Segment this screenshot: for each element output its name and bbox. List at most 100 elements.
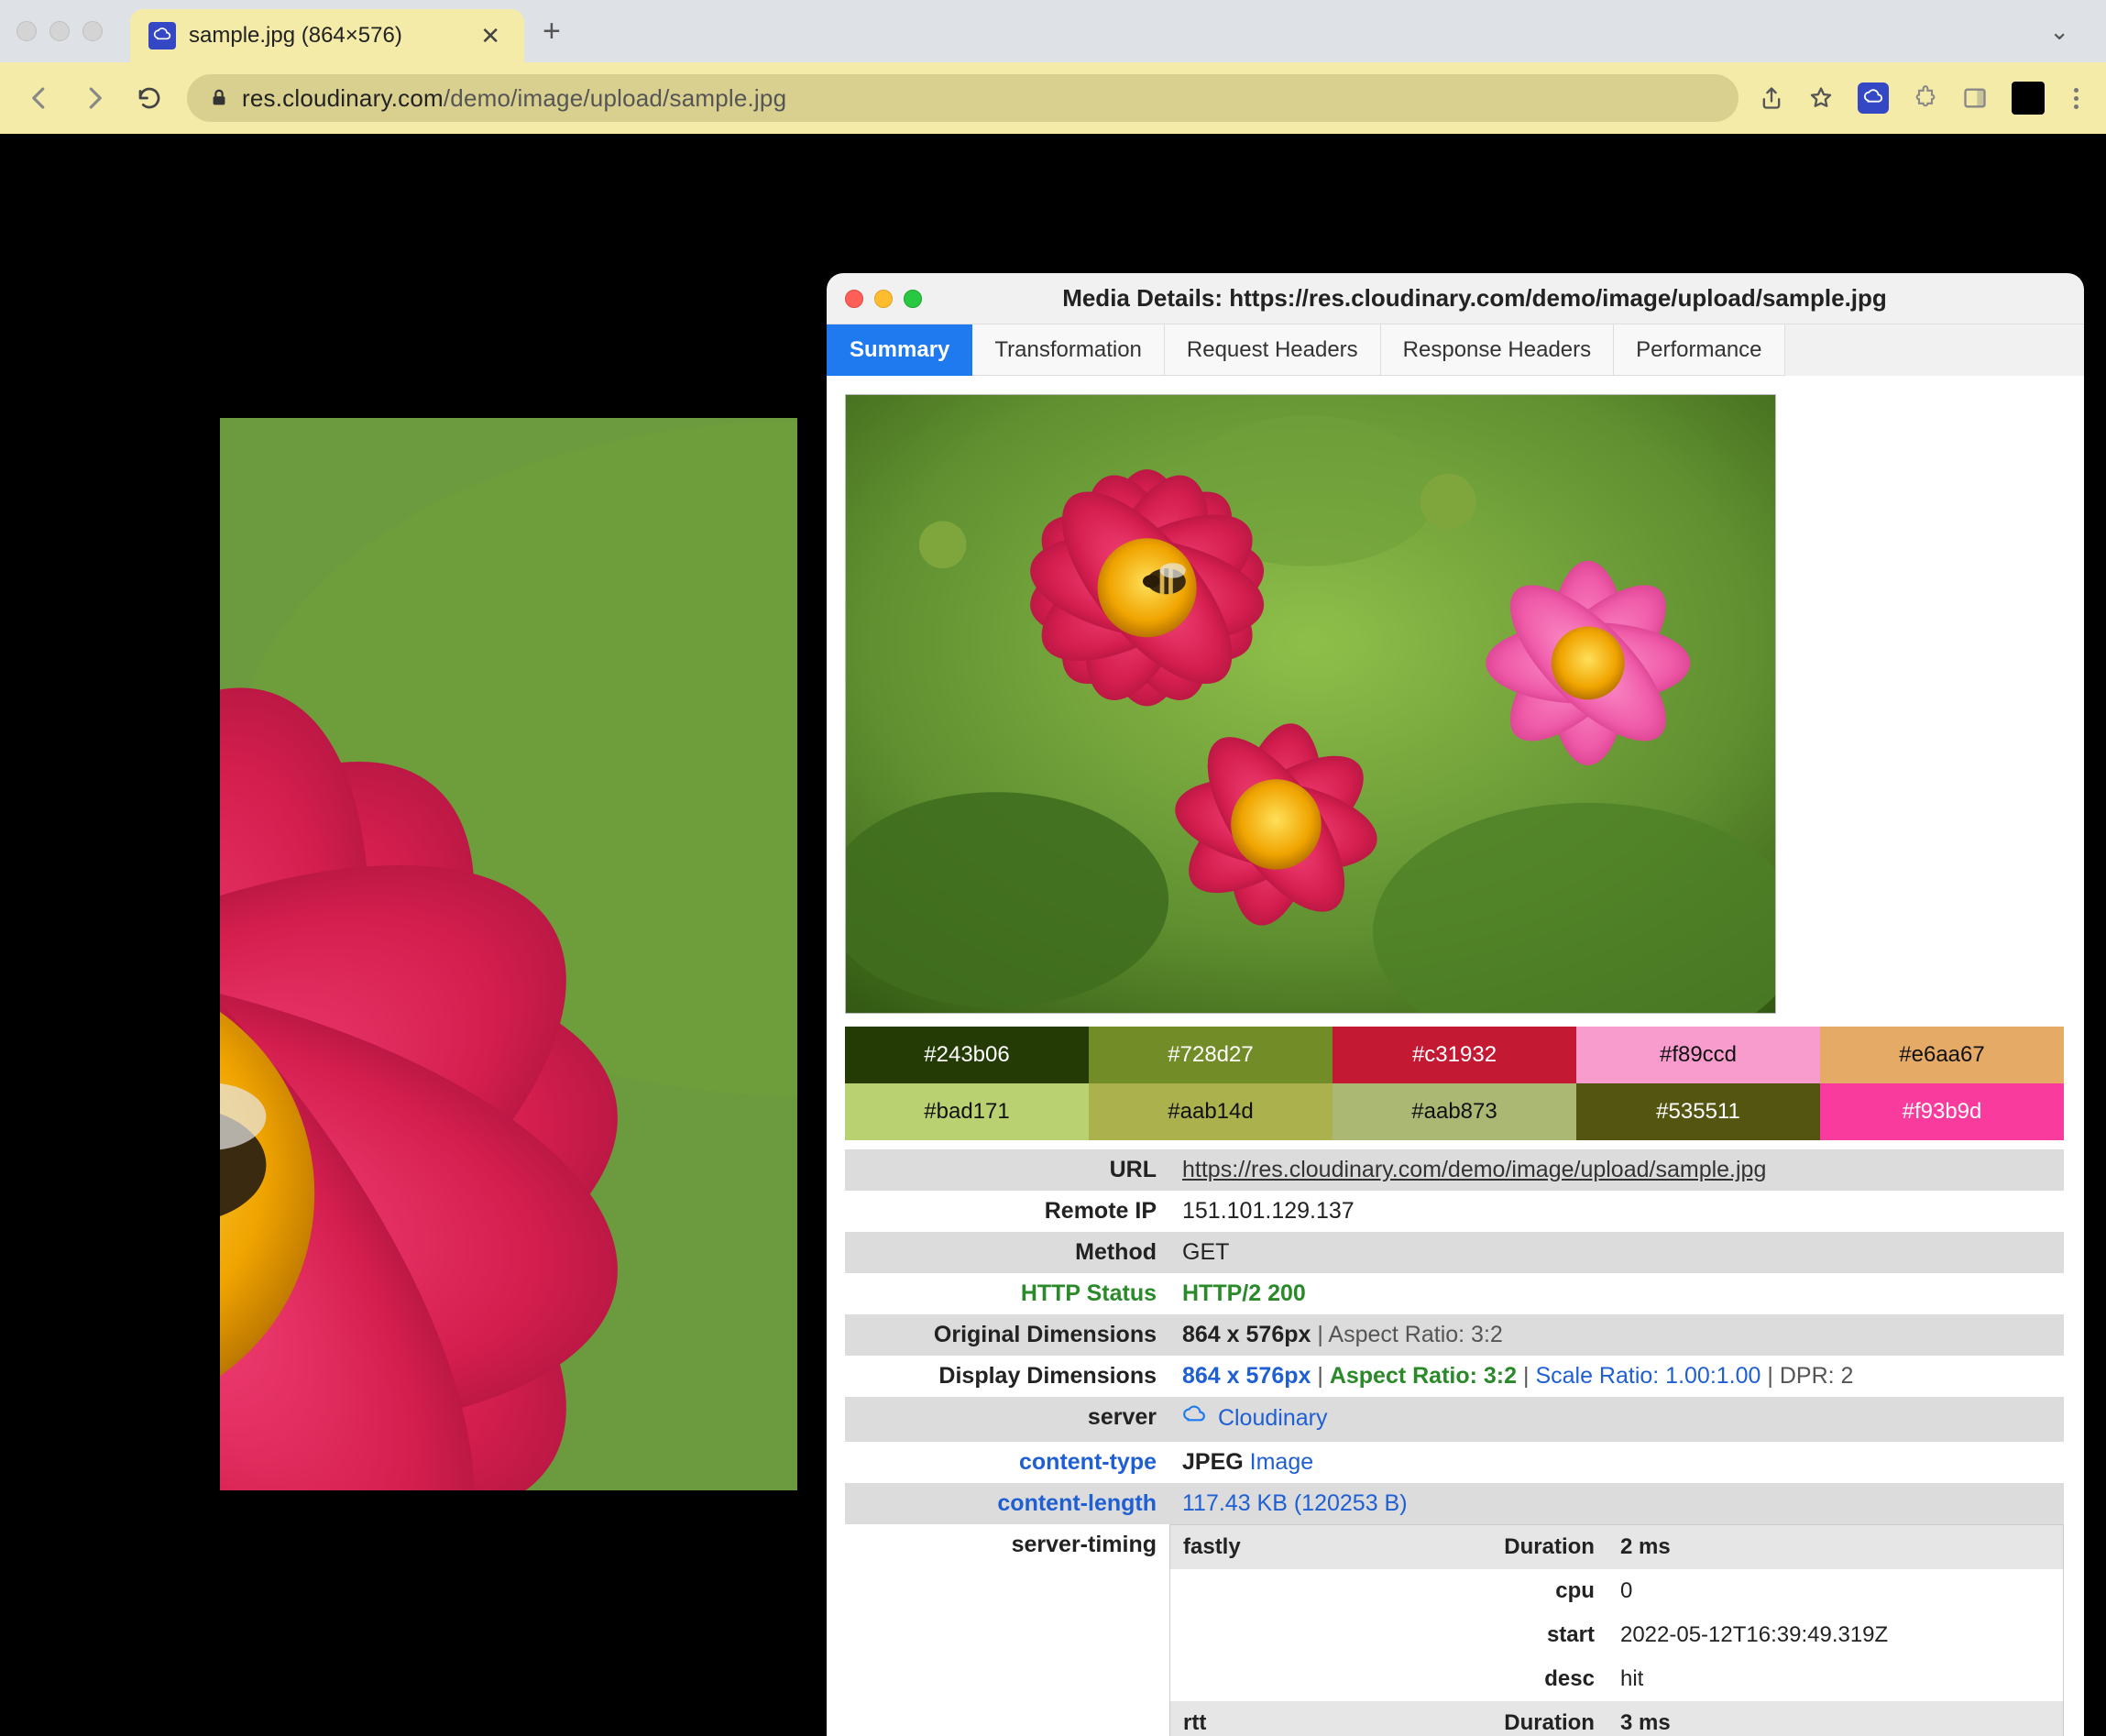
timing-desc-label: desc [1300, 1657, 1607, 1701]
row-server: server Cloudinary [845, 1397, 2064, 1442]
timing-cpu-label: cpu [1300, 1569, 1607, 1613]
share-icon[interactable] [1759, 85, 1784, 111]
disp-dpr: DPR: 2 [1780, 1363, 1854, 1389]
palette-swatch-8: #535511 [1576, 1083, 1820, 1140]
panel-max-dot[interactable] [904, 290, 922, 308]
timing-row-start: start 2022-05-12T16:39:49.319Z [1170, 1613, 2064, 1657]
row-server-timing: server-timing fastly Duration 2 ms cpu [845, 1524, 2064, 1736]
window-max-dot[interactable] [82, 21, 103, 41]
cloudinary-icon [1182, 1404, 1206, 1434]
disp-ar: Aspect Ratio: 3:2 [1330, 1363, 1517, 1389]
forward-button[interactable] [77, 84, 112, 112]
tab-response-headers[interactable]: Response Headers [1381, 324, 1614, 376]
server-label: server [845, 1397, 1169, 1442]
timing-rtt-label: rtt [1170, 1701, 1300, 1736]
clen-label: content-length [997, 1490, 1157, 1516]
row-remote-ip: Remote IP 151.101.129.137 [845, 1191, 2064, 1232]
ctype-image: Image [1244, 1449, 1313, 1475]
timing-head-fastly: fastly Duration 2 ms [1170, 1525, 2064, 1570]
tab-transformation[interactable]: Transformation [972, 324, 1165, 376]
orig-dim-ar: | Aspect Ratio: 3:2 [1311, 1322, 1502, 1347]
timing-row-desc: desc hit [1170, 1657, 2064, 1701]
address-bar-actions [1759, 82, 2084, 115]
palette-swatch-3: #f89ccd [1576, 1027, 1820, 1083]
clen-value: 117.43 KB (120253 B) [1182, 1490, 1408, 1516]
row-display-dimensions: Display Dimensions 864 x 576px | Aspect … [845, 1356, 2064, 1397]
side-panel-icon[interactable] [1962, 85, 1988, 111]
ctype-jpeg: JPEG [1182, 1449, 1244, 1475]
cloudinary-favicon [148, 22, 176, 49]
row-method: Method GET [845, 1232, 2064, 1273]
row-content-type: content-type JPEG Image [845, 1442, 2064, 1483]
tab-summary[interactable]: Summary [827, 324, 972, 376]
tab-request-headers[interactable]: Request Headers [1165, 324, 1381, 376]
panel-title: Media Details: https://res.cloudinary.co… [938, 284, 2066, 313]
palette-swatch-4: #e6aa67 [1820, 1027, 2064, 1083]
remote-ip-label: Remote IP [845, 1191, 1169, 1232]
disp-dim-label: Display Dimensions [845, 1356, 1169, 1397]
http-status-value: HTTP/2 200 [1182, 1280, 1306, 1306]
browser-tab[interactable]: sample.jpg (864×576) ✕ [130, 9, 524, 62]
panel-min-dot[interactable] [874, 290, 893, 308]
palette-swatch-5: #bad171 [845, 1083, 1089, 1140]
tab-performance[interactable]: Performance [1614, 324, 1784, 376]
palette-swatch-6: #aab14d [1089, 1083, 1333, 1140]
panel-tabs: Summary Transformation Request Headers R… [827, 324, 2084, 376]
lock-icon [209, 88, 229, 108]
palette-swatch-1: #728d27 [1089, 1027, 1333, 1083]
panel-traffic-lights [845, 290, 922, 308]
color-palette: #243b06#728d27#c31932#f89ccd#e6aa67#bad1… [845, 1027, 2064, 1140]
http-status-label: HTTP Status [1021, 1280, 1157, 1306]
new-tab-button[interactable]: + [524, 14, 579, 49]
address-bar: res.cloudinary.com/demo/image/upload/sam… [0, 62, 2106, 134]
palette-swatch-9: #f93b9d [1820, 1083, 2064, 1140]
disp-dim-value: 864 x 576px [1182, 1363, 1311, 1389]
back-button[interactable] [22, 84, 57, 112]
orig-dim-label: Original Dimensions [845, 1314, 1169, 1356]
panel-body: #243b06#728d27#c31932#f89ccd#e6aa67#bad1… [827, 376, 2084, 1736]
timing-desc-value: hit [1607, 1657, 2064, 1701]
tab-strip: sample.jpg (864×576) ✕ + ⌄ [0, 0, 2106, 62]
extensions-puzzle-icon[interactable] [1913, 85, 1938, 111]
url-link[interactable]: https://res.cloudinary.com/demo/image/up… [1182, 1157, 1766, 1182]
media-details-panel: Media Details: https://res.cloudinary.co… [827, 273, 2084, 1736]
stiming-label: server-timing [845, 1524, 1169, 1736]
timing-start-value: 2022-05-12T16:39:49.319Z [1607, 1613, 2064, 1657]
ctype-label: content-type [1019, 1449, 1157, 1475]
method-label: Method [845, 1232, 1169, 1273]
row-original-dimensions: Original Dimensions 864 x 576px | Aspect… [845, 1314, 2064, 1356]
url-text: res.cloudinary.com/demo/image/upload/sam… [242, 84, 786, 113]
tab-strip-right: ⌄ [2049, 17, 2106, 46]
palette-swatch-0: #243b06 [845, 1027, 1089, 1083]
orig-dim-value: 864 x 576px [1182, 1322, 1311, 1347]
window-traffic-lights [16, 21, 103, 41]
tab-title: sample.jpg (864×576) [189, 23, 462, 49]
tabs-dropdown-icon[interactable]: ⌄ [2049, 17, 2069, 45]
timing-rtt-duration-label: Duration [1300, 1701, 1607, 1736]
browser-menu-icon[interactable] [2068, 88, 2084, 109]
server-timing-table: fastly Duration 2 ms cpu 0 [1169, 1524, 2064, 1736]
window-min-dot[interactable] [49, 21, 70, 41]
server-value: Cloudinary [1218, 1405, 1328, 1431]
row-url: URL https://res.cloudinary.com/demo/imag… [845, 1149, 2064, 1191]
timing-cpu-value: 0 [1607, 1569, 2064, 1613]
star-icon[interactable] [1808, 85, 1834, 111]
timing-duration-label: Duration [1300, 1525, 1607, 1570]
url-label: URL [845, 1149, 1169, 1191]
url-host: res.cloudinary.com [242, 84, 444, 112]
tab-close-icon[interactable]: ✕ [475, 22, 506, 50]
url-box[interactable]: res.cloudinary.com/demo/image/upload/sam… [187, 74, 1739, 122]
row-http-status: HTTP Status HTTP/2 200 [845, 1273, 2064, 1314]
reload-button[interactable] [132, 84, 167, 112]
profile-avatar[interactable] [2012, 82, 2045, 115]
page-image [220, 418, 797, 1490]
page-content-area: Media Details: https://res.cloudinary.co… [0, 134, 2106, 1736]
timing-fastly-label: fastly [1170, 1525, 1300, 1570]
timing-rtt-value: 3 ms [1607, 1701, 2064, 1736]
palette-swatch-7: #aab873 [1333, 1083, 1576, 1140]
window-close-dot[interactable] [16, 21, 37, 41]
panel-title-url: https://res.cloudinary.com/demo/image/up… [1229, 284, 1887, 312]
panel-close-dot[interactable] [845, 290, 863, 308]
panel-title-prefix: Media Details: [1062, 284, 1229, 312]
cloudinary-extension-icon[interactable] [1858, 82, 1889, 114]
